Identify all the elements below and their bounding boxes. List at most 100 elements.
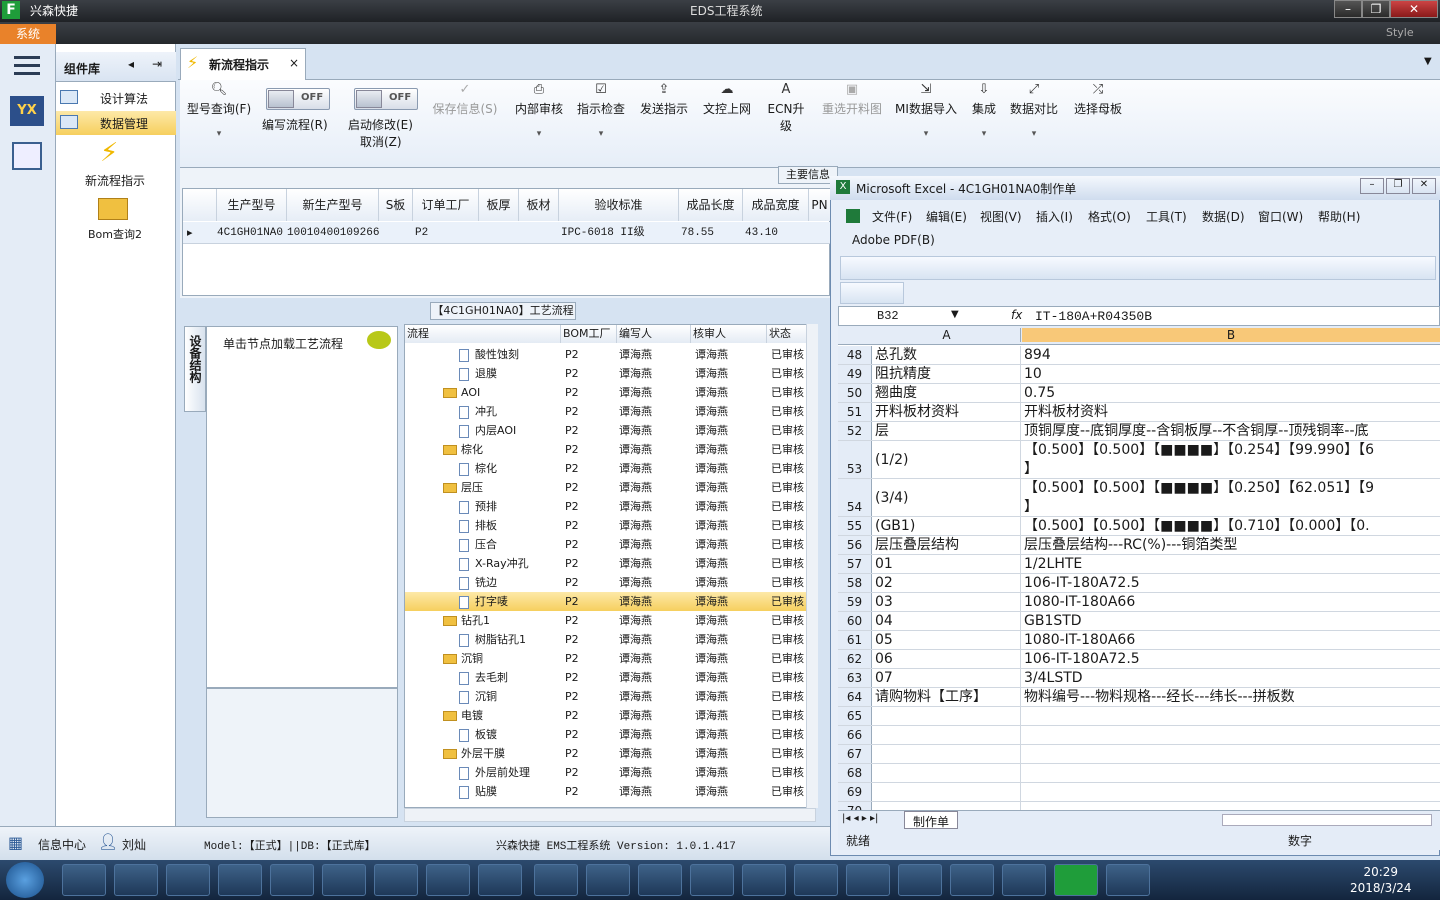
excel-restore-button[interactable]: ❐ <box>1386 178 1410 194</box>
cell-a[interactable] <box>873 783 1021 801</box>
sheet-row[interactable]: 55 (GB1) 【0.500】【0.500】【■■■■】【0.710】【0.000… <box>838 517 1440 536</box>
tree-node-label[interactable]: 棕化 <box>443 440 483 459</box>
library-item-data[interactable]: 数据管理 <box>56 111 176 135</box>
grid-cell[interactable]: 10010400109266 <box>287 223 379 243</box>
tile-bom-query[interactable]: Bom查询2 <box>78 226 152 242</box>
taskbar-save-icon[interactable] <box>62 864 106 896</box>
cell-a[interactable]: (3/4) <box>873 479 1021 516</box>
sheet-row[interactable]: 48 总孔数 894 <box>838 346 1440 365</box>
grid-header[interactable]: 板材 <box>519 189 559 221</box>
cell-a[interactable] <box>873 745 1021 763</box>
system-clock[interactable]: 20:29 2018/3/24 <box>1350 864 1412 896</box>
taskbar-eye-icon[interactable] <box>690 864 734 896</box>
cell-b[interactable]: 物料编号---物料规格---经长---纬长---拼板数 <box>1022 688 1440 706</box>
taskbar-ie-icon[interactable] <box>166 864 210 896</box>
menu-icon[interactable] <box>14 56 40 76</box>
sheet-row[interactable]: 59 03 1080-IT-180A66 <box>838 593 1440 612</box>
cell-a[interactable]: 03 <box>873 593 1021 611</box>
row-number[interactable]: 59 <box>838 593 872 611</box>
taskbar-window-icon[interactable] <box>534 864 578 896</box>
grid-apps-icon[interactable]: ▦ <box>8 833 23 852</box>
tree-node-label[interactable]: 树脂钻孔1 <box>459 630 526 649</box>
cell-a[interactable]: 层 <box>873 422 1021 440</box>
excel-menu-pdf[interactable]: Adobe PDF(B) <box>852 233 935 247</box>
grid-cell[interactable]: 78.55 <box>681 223 714 243</box>
taskbar-word-icon[interactable] <box>478 864 522 896</box>
row-number[interactable]: 50 <box>838 384 872 402</box>
cell-b[interactable] <box>1022 726 1440 744</box>
grid-header[interactable]: 板厚 <box>479 189 519 221</box>
tree-node-label[interactable]: 板镀 <box>459 725 497 744</box>
tree-node-label[interactable]: 内层AOI <box>459 421 516 440</box>
taskbar-app-icon[interactable] <box>114 864 158 896</box>
cell-b[interactable] <box>1022 745 1440 763</box>
sheet-row[interactable]: 62 06 106-IT-180A72.5 <box>838 650 1440 669</box>
collapse-left-icon[interactable]: ◂ <box>128 57 134 71</box>
maximize-button[interactable]: ❐ <box>1362 0 1390 18</box>
cell-a[interactable] <box>873 726 1021 744</box>
main-info-label[interactable]: 主要信息 <box>778 166 838 184</box>
sheet-row[interactable]: 51 开料板材资料 开料板材资料 <box>838 403 1440 422</box>
grid-header[interactable]: 订单工厂 <box>413 189 479 221</box>
name-box-dropdown-icon[interactable]: ▼ <box>951 309 959 320</box>
cell-b[interactable]: 894 <box>1022 346 1440 364</box>
tree-node-label[interactable]: 电镀 <box>443 706 483 725</box>
doc-online-button[interactable]: ☁ 文控上网 <box>700 82 754 117</box>
tree-node-label[interactable]: 退膜 <box>459 364 497 383</box>
cell-a[interactable] <box>873 802 1021 810</box>
tree-node-label[interactable]: 预排 <box>459 497 497 516</box>
tree-node-label[interactable]: 排板 <box>459 516 497 535</box>
tree-row[interactable]: 沉铜 P2 谭海燕 谭海燕 已审核 <box>405 687 815 706</box>
sheet-row[interactable]: 50 翘曲度 0.75 <box>838 384 1440 403</box>
sheet-row[interactable]: 52 层顶铜厚度--底铜厚度--含铜板厚--不含铜厚--顶残铜率--底 <box>838 422 1440 441</box>
internal-review-button[interactable]: ⎙ 内部审核 ▾ <box>510 82 568 139</box>
taskbar-excel-icon[interactable] <box>374 864 418 896</box>
row-number[interactable]: 69 <box>838 783 872 801</box>
cancel-edit-label[interactable]: 取消(Z) <box>360 133 402 150</box>
cell-a[interactable]: 04 <box>873 612 1021 630</box>
row-number[interactable]: 70 <box>838 802 872 810</box>
row-number[interactable]: 68 <box>838 764 872 782</box>
fx-icon[interactable]: fx <box>1011 308 1022 322</box>
cell-b[interactable]: 0.75 <box>1022 384 1440 402</box>
tree-vertical-scrollbar[interactable] <box>806 324 818 808</box>
cell-a[interactable]: 翘曲度 <box>873 384 1021 402</box>
cell-a[interactable]: 06 <box>873 650 1021 668</box>
excel-menu-help[interactable]: 帮助(H) <box>1318 208 1360 225</box>
grid-header[interactable]: 成品长度 <box>679 189 743 221</box>
excel-standard-toolbar[interactable] <box>840 256 1436 280</box>
write-flow-toggle[interactable]: OFF <box>266 88 330 110</box>
row-number[interactable]: 53 <box>838 441 872 478</box>
row-number[interactable]: 57 <box>838 555 872 573</box>
tree-row[interactable]: 树脂钻孔1 P2 谭海燕 谭海燕 已审核 <box>405 630 815 649</box>
cell-a[interactable]: (1/2) <box>873 441 1021 478</box>
taskbar-excel-icon[interactable] <box>322 864 366 896</box>
tree-node-label[interactable]: 外层前处理 <box>459 763 530 782</box>
tree-header[interactable]: 编写人 <box>617 325 691 343</box>
tree-row[interactable]: 铣边 P2 谭海燕 谭海燕 已审核 <box>405 573 815 592</box>
excel-menu-data[interactable]: 数据(D) <box>1202 208 1245 225</box>
close-window-button[interactable]: ✕ <box>1390 0 1438 18</box>
grid-header[interactable]: PN <box>809 189 831 221</box>
select-master-board-button[interactable]: ⤮ 选择母板 <box>1070 82 1126 117</box>
row-number[interactable]: 52 <box>838 422 872 440</box>
sheet-row[interactable]: 63 07 3/4LSTD <box>838 669 1440 688</box>
grid-cell[interactable]: IPC-6018 II级 <box>561 223 645 243</box>
minimize-button[interactable]: – <box>1334 0 1362 18</box>
sheet-row[interactable]: 67 <box>838 745 1440 764</box>
sheet-row[interactable]: 54 (3/4) 【0.500】【0.500】【■■■■】【0.250】【62.05… <box>838 479 1440 517</box>
cell-b[interactable]: 106-IT-180A72.5 <box>1022 650 1440 668</box>
info-center-link[interactable]: 信息中心 <box>38 836 86 853</box>
cell-a[interactable]: 阻抗精度 <box>873 365 1021 383</box>
sheet-row[interactable]: 61 05 1080-IT-180A66 <box>838 631 1440 650</box>
style-label[interactable]: Style <box>1386 26 1414 39</box>
sheet-row[interactable]: 57 01 1/2LHTE <box>838 555 1440 574</box>
excel-pdf-toolbar[interactable] <box>840 282 904 304</box>
cell-a[interactable]: 总孔数 <box>873 346 1021 364</box>
cell-a[interactable]: 07 <box>873 669 1021 687</box>
tree-row[interactable]: 去毛刺 P2 谭海燕 谭海燕 已审核 <box>405 668 815 687</box>
row-number[interactable]: 63 <box>838 669 872 687</box>
sheet-row[interactable]: 58 02 106-IT-180A72.5 <box>838 574 1440 593</box>
tree-node-label[interactable]: 打字唛 <box>459 592 508 611</box>
sheet-row[interactable]: 70 <box>838 802 1440 810</box>
